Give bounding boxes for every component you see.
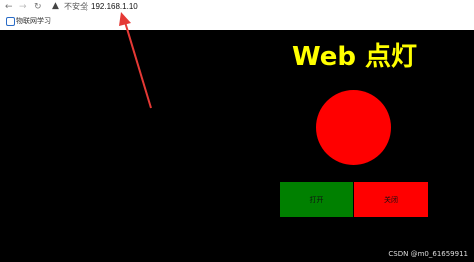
- page-title: Web 点灯: [292, 42, 418, 72]
- forward-button[interactable]: →: [19, 2, 27, 12]
- address-bar-url[interactable]: 192.168.1.10: [91, 2, 138, 12]
- lamp-indicator: [316, 90, 391, 165]
- turn-on-button[interactable]: 打开: [280, 182, 353, 217]
- turn-off-button[interactable]: 关闭: [354, 182, 428, 217]
- back-button[interactable]: ←: [5, 2, 13, 12]
- address-separator: [86, 2, 87, 11]
- warning-icon[interactable]: ▲: [52, 1, 59, 11]
- reload-button[interactable]: ↻: [34, 2, 42, 12]
- globe-icon: [6, 17, 15, 26]
- watermark: CSDN @m0_61659911: [388, 250, 468, 258]
- insecure-label[interactable]: 不安全: [64, 2, 88, 12]
- bookmark-item-label[interactable]: 物联网学习: [16, 17, 51, 26]
- browser-chrome: ← → ↻ ▲ 不安全 192.168.1.10 物联网学习: [0, 0, 474, 30]
- page-content: Web 点灯 打开 关闭 CSDN @m0_61659911: [0, 30, 474, 262]
